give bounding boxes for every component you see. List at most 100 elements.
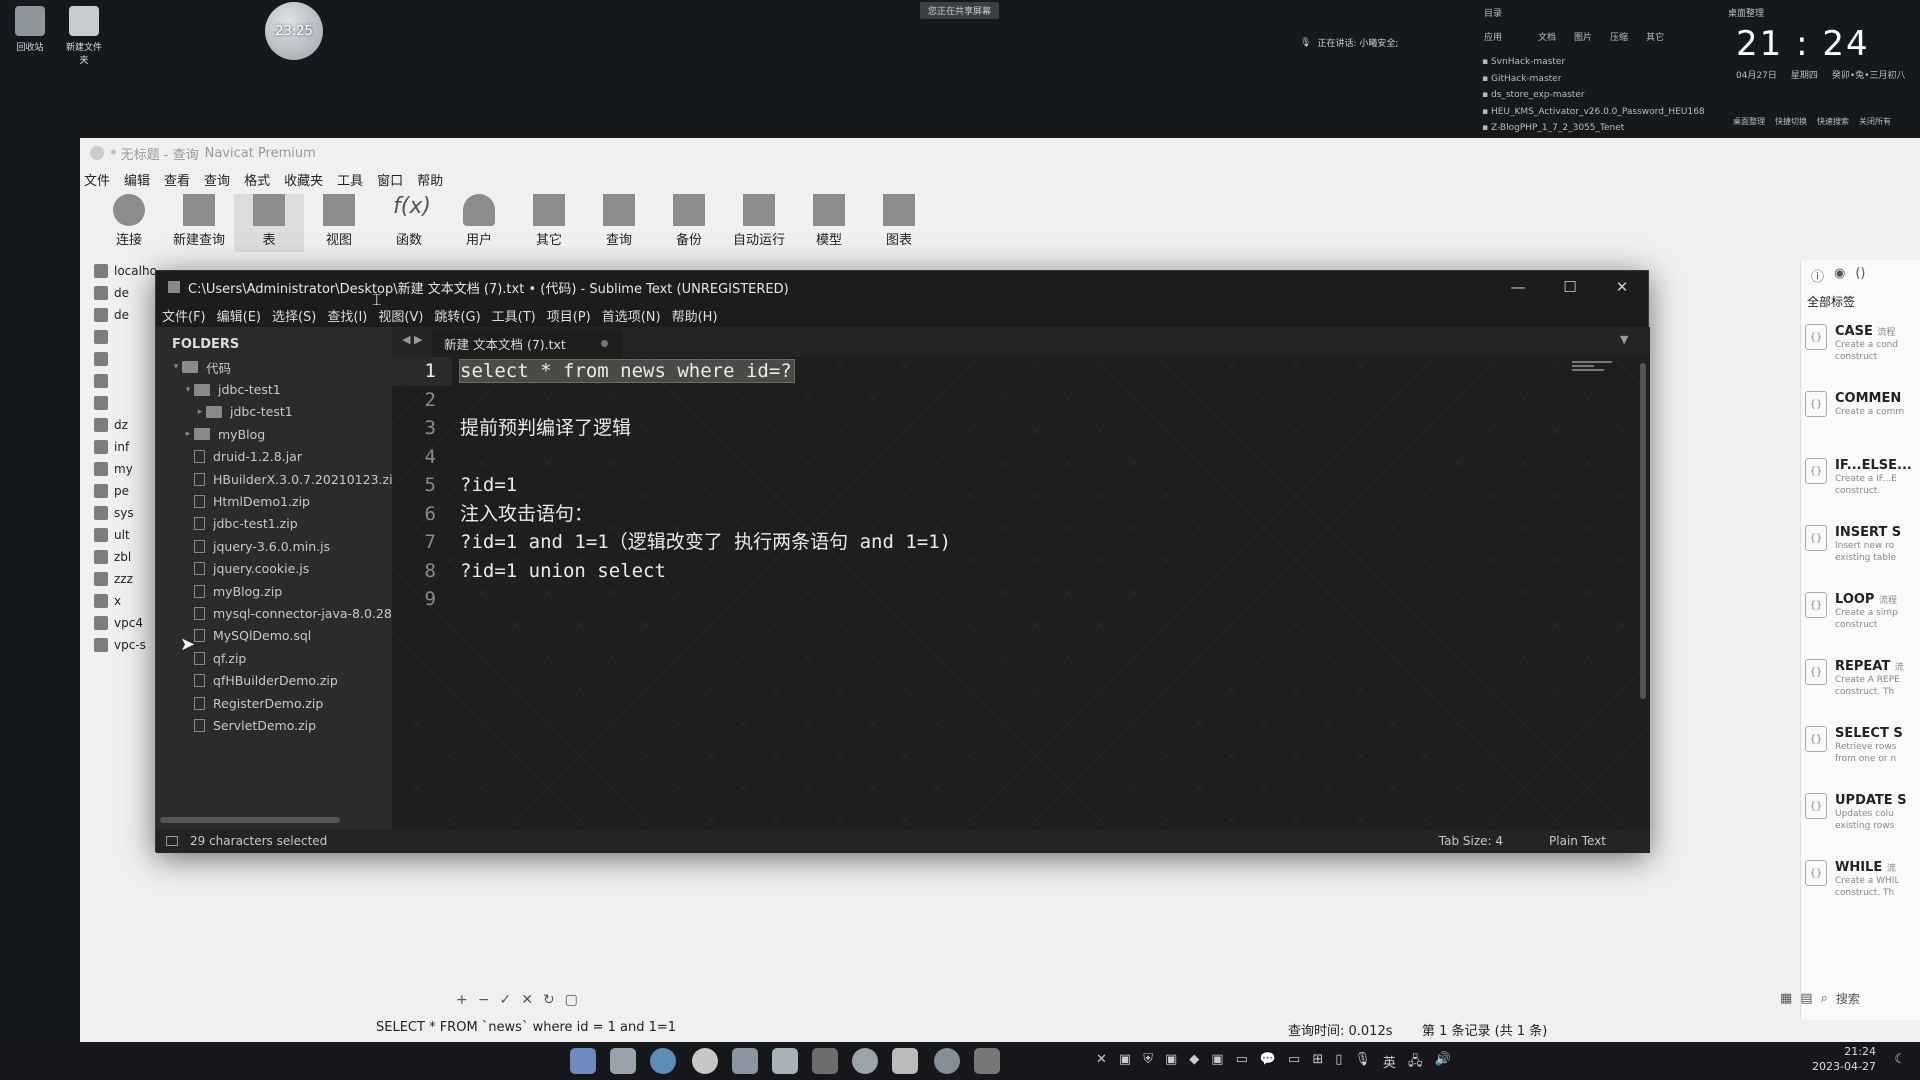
panel-button[interactable]: 桌面整理	[1733, 116, 1765, 127]
menu-preferences[interactable]: 首选项(N)	[602, 306, 661, 325]
grid-icon[interactable]: ⊞	[1312, 1052, 1323, 1074]
close-icon[interactable]: ✕	[1596, 278, 1648, 296]
tray-app-icon[interactable]: ▭	[1288, 1052, 1300, 1074]
sidebar-file[interactable]: mysql-connector-java-8.0.28	[156, 602, 392, 624]
code-line[interactable]	[460, 585, 1560, 614]
menu-favorites[interactable]: 收藏夹	[284, 170, 337, 189]
tree-item[interactable]: inf	[80, 436, 156, 458]
tree-item[interactable]: zbl	[80, 546, 156, 568]
sidebar-file[interactable]: druid-1.2.8.jar	[156, 446, 392, 468]
status-tab-size[interactable]: Tab Size: 4	[1439, 834, 1503, 848]
tray-close-icon[interactable]: ✕	[1096, 1052, 1107, 1074]
shield-icon[interactable]: ⛨	[1143, 1052, 1153, 1074]
menu-window[interactable]: 窗口	[377, 170, 417, 189]
disclosure-arrow-icon[interactable]: ▸	[194, 407, 206, 417]
tab-dropdown-icon[interactable]: ▼	[1620, 333, 1628, 346]
disclosure-arrow-icon[interactable]: ▸	[182, 429, 194, 439]
battery-icon[interactable]: ▯	[1335, 1052, 1342, 1074]
sidebar-file[interactable]: ServletDemo.zip	[156, 714, 392, 736]
code-line[interactable]: select * from news where id=?	[459, 357, 1560, 386]
tray-app-icon[interactable]: ▣	[1165, 1052, 1177, 1074]
file-explorer-icon[interactable]	[610, 1048, 636, 1074]
tree-item[interactable]	[80, 326, 156, 348]
tray-app-icon[interactable]: ◆	[1189, 1052, 1199, 1074]
menu-edit[interactable]: 编辑(E)	[217, 306, 261, 325]
new-query-button[interactable]: 新建查询	[164, 194, 234, 252]
tree-item[interactable]: dz	[80, 414, 156, 436]
menu-view[interactable]: 查看	[164, 170, 204, 189]
panel-tab[interactable]: 图片	[1574, 30, 1592, 43]
panel-file[interactable]: ▪ HEU_KMS_Activator_v26.0.0_Password_HEU…	[1482, 104, 1705, 121]
menu-tools[interactable]: 工具	[337, 170, 377, 189]
snippet-item[interactable]: {} INSERT S Insert new ro existing table	[1801, 517, 1920, 584]
menu-query[interactable]: 查询	[204, 170, 244, 189]
photos-icon[interactable]	[772, 1048, 798, 1074]
tree-item[interactable]	[80, 348, 156, 370]
backup-button[interactable]: 备份	[654, 194, 724, 252]
table-button[interactable]: 表	[234, 194, 304, 252]
code-editor[interactable]: 12 3 4 5 6 7 8 9 select * from news where id=? 提…	[392, 357, 1650, 829]
info-icon[interactable]: ⓘ	[1811, 266, 1824, 285]
sidebar-folder[interactable]: ▸ jdbc-test1	[156, 401, 392, 423]
menu-goto[interactable]: 跳转(G)	[434, 306, 480, 325]
microphone-icon[interactable]: 🎙	[1354, 1052, 1371, 1074]
editor-scrollbar[interactable]	[1640, 363, 1646, 699]
panel-toggle-icon[interactable]	[166, 836, 178, 846]
tray-app-icon[interactable]: ▣	[1211, 1052, 1223, 1074]
other-button[interactable]: 其它	[514, 194, 584, 252]
panel-file[interactable]: ▪ SvnHack-master	[1482, 54, 1705, 71]
disclosure-arrow-icon[interactable]: ▾	[170, 362, 182, 372]
user-button[interactable]: 用户	[444, 194, 514, 252]
menu-tools[interactable]: 工具(T)	[492, 306, 536, 325]
sidebar-folder[interactable]: ▾ 代码	[156, 356, 392, 378]
snippet-item[interactable]: {} REPEAT 流 Create A REPE construct. Th	[1801, 651, 1920, 718]
tree-item[interactable]: vpc-s	[80, 634, 156, 656]
start-menu-icon[interactable]	[570, 1048, 596, 1074]
menu-help[interactable]: 帮助	[417, 170, 457, 189]
search-label[interactable]: 搜索	[1836, 990, 1860, 1007]
disclosure-arrow-icon[interactable]: ▾	[182, 385, 194, 395]
menu-edit[interactable]: 编辑	[124, 170, 164, 189]
menu-project[interactable]: 项目(P)	[547, 306, 591, 325]
sidebar-file[interactable]: jquery.cookie.js	[156, 558, 392, 580]
function-button[interactable]: f(x) 函数	[374, 194, 444, 252]
tree-item[interactable]: zzz	[80, 568, 156, 590]
code-line[interactable]: 注入攻击语句：	[460, 500, 1560, 529]
refresh-icon[interactable]: ↻	[543, 992, 555, 1008]
intellij-icon[interactable]	[812, 1048, 838, 1074]
form-view-icon[interactable]: ▤	[1800, 991, 1812, 1006]
tray-app-icon[interactable]: ▣	[1119, 1052, 1131, 1074]
chart-button[interactable]: 图表	[864, 194, 934, 252]
desktop-icon-new-folder[interactable]: 新建文件夹	[62, 6, 106, 66]
menu-view[interactable]: 视图(V)	[378, 306, 423, 325]
menu-format[interactable]: 格式	[244, 170, 284, 189]
volume-icon[interactable]: 🔊	[1434, 1052, 1450, 1074]
sidebar-file[interactable]: jquery-3.6.0.min.js	[156, 535, 392, 557]
navicat-icon[interactable]	[852, 1048, 878, 1074]
panel-file[interactable]: ▪ ds_store_exp-master	[1482, 87, 1705, 104]
sidebar-file[interactable]: qfHBuilderDemo.zip	[156, 669, 392, 691]
code-line[interactable]: ?id=1 union select	[460, 557, 1560, 586]
automation-button[interactable]: 自动运行	[724, 194, 794, 252]
desktop-icon-recycle-bin[interactable]: 回收站	[8, 6, 52, 53]
tree-item[interactable]: vpc4	[80, 612, 156, 634]
tree-item[interactable]	[80, 370, 156, 392]
panel-tab[interactable]: 应用	[1484, 30, 1502, 43]
query-button[interactable]: 查询	[584, 194, 654, 252]
network-app-icon[interactable]	[934, 1048, 960, 1074]
unsaved-dot-icon[interactable]	[601, 339, 608, 347]
code-line[interactable]: ?id=1	[460, 471, 1560, 500]
menu-selection[interactable]: 选择(S)	[272, 306, 316, 325]
panel-tab[interactable]: 其它	[1646, 30, 1664, 43]
chat-icon[interactable]: 💬	[1260, 1052, 1276, 1074]
snippet-filter[interactable]: 全部标签	[1801, 291, 1920, 316]
tray-app-icon[interactable]: ▭	[1236, 1052, 1248, 1074]
snippet-item[interactable]: {} IF...ELSE... Create a IF...E construct.	[1801, 450, 1920, 517]
snippet-item[interactable]: {} CASE 流程 Create a cond construct	[1801, 316, 1920, 383]
panel-tab[interactable]: 压缩	[1610, 30, 1628, 43]
menu-help[interactable]: 帮助(H)	[672, 306, 718, 325]
snippet-item[interactable]: {} WHILE 流 Create a WHIL construct. Th	[1801, 852, 1920, 919]
minimap[interactable]	[1572, 361, 1622, 381]
discard-icon[interactable]: ✕	[521, 992, 533, 1008]
add-row-icon[interactable]: +	[456, 992, 468, 1008]
